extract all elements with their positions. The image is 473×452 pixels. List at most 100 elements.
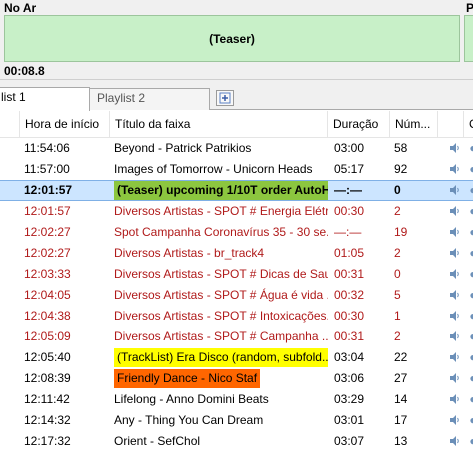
volume-icon[interactable] [444,159,466,180]
table-row[interactable]: 12:17:32 Orient - SefChol 03:07 13 ◖ [0,430,473,451]
table-row[interactable]: 11:57:00 Images of Tomorrow - Unicorn He… [0,159,473,180]
volume-icon[interactable] [444,368,466,389]
duration: 03:04 [334,350,365,365]
table-row[interactable]: 12:02:27 Diversos Artistas - br_track4 0… [0,242,473,263]
volume-icon[interactable] [444,347,466,368]
extra-cell: ◖ [468,245,473,260]
extra-cell: ◖ [468,329,473,344]
elapsed-time: 00:08.8 [4,64,45,78]
next-panel-box[interactable] [464,15,473,62]
volume-icon[interactable] [444,430,466,451]
table-row[interactable]: 12:05:40 (TrackList) Era Disco (random, … [0,347,473,368]
track-title: Diversos Artistas - SPOT # Intoxicações.… [114,308,328,323]
start-time: 12:02:27 [24,225,71,239]
start-time: 12:14:32 [24,413,71,428]
extra-cell: ◖ [468,162,473,177]
column-header-volume[interactable] [438,111,464,138]
track-title-cell: (TrackList) Era Disco (random, subfold..… [110,347,328,368]
extra-cell: ◖ [468,392,473,407]
column-header-extra[interactable]: C [464,111,473,138]
table-row[interactable]: 12:04:38 Diversos Artistas - SPOT # Into… [0,305,473,326]
play-count: 27 [394,371,408,386]
track-title: (Teaser) upcoming 1/10T order AutoH... [114,180,328,200]
track-title: Images of Tomorrow - Unicorn Heads [114,162,313,177]
duration: 00:30 [334,204,365,219]
table-row-selected[interactable]: 12:01:57 (Teaser) upcoming 1/10T order A… [0,179,473,201]
extra-cell: ◖ [468,225,473,239]
start-time: 12:02:27 [24,245,71,260]
tab-label: list 1 [1,90,26,104]
volume-icon[interactable] [444,181,466,200]
tab-label: Playlist 2 [97,91,146,105]
table-row[interactable]: 12:05:09 Diversos Artistas - SPOT # Camp… [0,326,473,347]
start-time: 11:57:00 [24,162,70,177]
play-count: 0 [394,183,401,198]
track-title: Diversos Artistas - SPOT # Energia Elétr… [114,204,328,219]
volume-icon[interactable] [444,389,466,410]
table-row[interactable]: 12:02:27 Spot Campanha Coronavírus 35 - … [0,222,473,243]
table-row[interactable]: 11:54:06 Beyond - Patrick Patrikios 03:0… [0,138,473,159]
volume-icon[interactable] [444,138,466,159]
extra-cell: ◖ [468,413,473,428]
duration: —:— [334,225,362,239]
play-count: 14 [394,392,408,407]
duration: 03:00 [334,141,365,156]
volume-icon[interactable] [444,201,466,222]
duration: 03:06 [334,371,365,386]
volume-icon[interactable] [444,326,466,347]
start-time: 12:05:09 [24,329,71,344]
column-header-status[interactable] [0,111,20,138]
track-title: Diversos Artistas - SPOT # Dicas de Sau.… [114,266,328,281]
playlist-header: Hora de início Título da faixa Duração N… [0,111,473,138]
duration: 03:07 [334,433,365,448]
duration: 00:32 [334,287,365,302]
start-time: 12:11:42 [24,392,70,407]
column-header-duration[interactable]: Duração [328,111,390,138]
column-header-start-time[interactable]: Hora de início [20,111,110,138]
start-time: 12:03:33 [24,266,71,281]
tab-playlist-1[interactable]: list 1 [0,87,90,111]
extra-cell: ◖ [468,266,473,281]
track-title: Friendly Dance - Nico Staf [114,368,261,388]
start-time: 12:08:39 [24,371,71,386]
next-panel-label: P [466,1,473,15]
extra-cell: ◖ [468,183,473,198]
extra-cell: ◖ [468,141,473,156]
volume-icon[interactable] [444,305,466,326]
table-row[interactable]: 12:11:42 Lifelong - Anno Domini Beats 03… [0,389,473,410]
column-header-title[interactable]: Título da faixa [110,111,328,138]
table-row[interactable]: 12:03:33 Diversos Artistas - SPOT # Dica… [0,263,473,284]
track-title: Any - Thing You Can Dream [114,413,264,428]
table-row[interactable]: 12:04:05 Diversos Artistas - SPOT # Água… [0,284,473,305]
track-title: Diversos Artistas - SPOT # Campanha ... [114,329,328,344]
play-count: 19 [394,225,408,239]
playlist-tab-bar: Playlist 2 list 1 [0,80,473,111]
volume-icon[interactable] [444,222,466,243]
table-row[interactable]: 12:14:32 Any - Thing You Can Dream 03:01… [0,410,473,431]
play-count: 5 [394,287,401,302]
column-header-number[interactable]: Núm... [390,111,438,138]
play-count: 17 [394,413,408,428]
start-time: 12:17:32 [24,433,71,448]
track-title: Beyond - Patrick Patrikios [114,141,252,156]
on-air-title: (Teaser) [209,31,255,46]
on-air-now-playing[interactable]: (Teaser) [4,15,460,62]
duration: 03:29 [334,392,365,407]
start-time: 12:04:38 [24,308,71,323]
track-title: Diversos Artistas - SPOT # Água é vida .… [114,287,328,302]
table-row[interactable]: 12:01:57 Diversos Artistas - SPOT # Ener… [0,201,473,222]
play-count: 0 [394,266,401,281]
volume-icon[interactable] [444,242,466,263]
track-title: Spot Campanha Coronavírus 35 - 30 se... [114,225,328,239]
track-title-cell: Friendly Dance - Nico Staf [110,368,328,389]
play-count: 13 [394,433,408,448]
duration: 00:31 [334,329,365,344]
table-row[interactable]: 12:08:39 Friendly Dance - Nico Staf 03:0… [0,368,473,389]
duration: 00:30 [334,308,365,323]
volume-icon[interactable] [444,410,466,431]
duration: 00:31 [334,266,365,281]
add-tab-button[interactable] [216,90,234,106]
tab-playlist-2[interactable]: Playlist 2 [88,88,210,110]
volume-icon[interactable] [444,263,466,284]
volume-icon[interactable] [444,284,466,305]
